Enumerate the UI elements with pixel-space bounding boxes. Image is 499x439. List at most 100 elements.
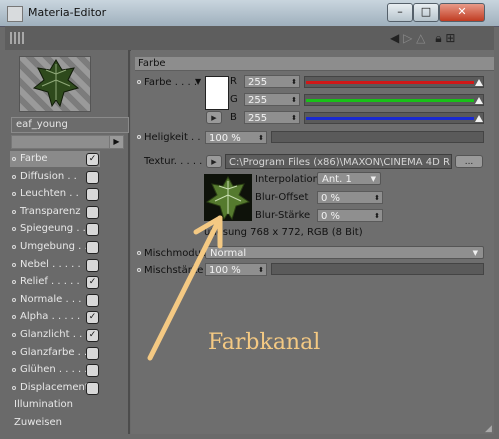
minimize-icon: – bbox=[397, 5, 403, 18]
chevron-down-icon: ▼ bbox=[472, 249, 478, 257]
spinner-icon[interactable]: ⬍ bbox=[291, 94, 297, 107]
channel-checkbox[interactable]: ✓ bbox=[86, 276, 99, 290]
maximize-button[interactable]: □ bbox=[413, 3, 439, 22]
green-value-field[interactable]: 255 ⬍ bbox=[244, 93, 300, 106]
color-swatch[interactable] bbox=[205, 76, 229, 110]
spinner-icon[interactable]: ⬍ bbox=[374, 192, 380, 205]
channel-item[interactable]: Zuweisen bbox=[10, 415, 110, 431]
lock-icon[interactable]: 🔒︎ bbox=[435, 31, 441, 45]
blue-slider[interactable] bbox=[304, 112, 484, 124]
channel-dot-icon bbox=[12, 368, 16, 373]
spinner-icon[interactable]: ⬍ bbox=[291, 76, 297, 89]
texture-options-button[interactable]: ▶ bbox=[206, 155, 222, 168]
channel-item[interactable]: Spiegeung . . bbox=[10, 221, 110, 237]
channel-dot-icon bbox=[12, 157, 16, 161]
channel-item[interactable]: Nebel . . . . . bbox=[10, 257, 110, 273]
channel-dot-icon bbox=[12, 227, 16, 232]
channel-checkbox[interactable] bbox=[86, 223, 99, 237]
animation-dot-icon[interactable] bbox=[137, 80, 141, 84]
channel-dot-icon bbox=[12, 174, 16, 179]
channel-checkbox[interactable]: ✓ bbox=[86, 329, 99, 342]
back-arrow-icon[interactable]: ◀ bbox=[390, 31, 399, 45]
resize-grip-icon[interactable]: ◢ bbox=[485, 424, 495, 434]
green-value: 255 bbox=[248, 95, 268, 106]
red-slider-knob[interactable] bbox=[475, 79, 483, 86]
channel-item[interactable]: Alpha . . . . . ✓ bbox=[10, 309, 110, 325]
channel-label: Leuchten . . bbox=[20, 188, 79, 200]
channel-checkbox[interactable]: ✓ bbox=[86, 153, 99, 166]
channel-label: Relief . . . . . bbox=[20, 276, 80, 288]
brightness-value-field[interactable]: 100 % ⬍ bbox=[205, 131, 267, 144]
blue-value-field[interactable]: 255 ⬍ bbox=[244, 111, 300, 124]
channel-item[interactable]: Glanzfarbe . . bbox=[10, 345, 110, 361]
green-slider[interactable] bbox=[304, 94, 484, 106]
mix-strength-slider[interactable] bbox=[271, 263, 484, 275]
blue-slider-fill bbox=[306, 117, 474, 120]
channel-dot-icon bbox=[12, 245, 16, 249]
channel-checkbox[interactable] bbox=[86, 364, 99, 378]
channel-item[interactable]: Diffusion . . bbox=[10, 169, 110, 185]
new-window-icon[interactable]: ⊞ bbox=[445, 31, 455, 45]
channel-item[interactable]: Umgebung . . bbox=[10, 239, 110, 255]
channel-checkbox[interactable] bbox=[86, 205, 99, 219]
texture-path-field[interactable]: C:\Program Files (x86)\MAXON\CINEMA 4D R… bbox=[225, 154, 452, 169]
channel-checkbox[interactable] bbox=[86, 170, 99, 184]
channel-item[interactable]: Farbe ✓ bbox=[10, 151, 100, 167]
spinner-icon[interactable]: ⬍ bbox=[258, 264, 264, 277]
color-expand-button[interactable]: ▶ bbox=[206, 111, 222, 124]
channel-item[interactable]: Glühen . . . . . bbox=[10, 362, 110, 378]
blur-offset-field[interactable]: 0 % ⬍ bbox=[317, 191, 383, 204]
channel-label: Normale . . . bbox=[20, 293, 82, 305]
channel-label: Umgebung . . bbox=[20, 241, 88, 252]
green-label: G bbox=[230, 94, 238, 105]
texture-browse-button[interactable]: ... bbox=[455, 155, 483, 168]
channel-label: Alpha . . . . . bbox=[20, 311, 81, 323]
spinner-icon[interactable]: ⬍ bbox=[291, 112, 297, 125]
app-icon bbox=[7, 6, 23, 22]
channel-item[interactable]: Glanzlicht . . ✓ bbox=[10, 327, 110, 343]
material-name-field[interactable]: eaf_young bbox=[11, 117, 129, 133]
blur-strength-field[interactable]: 0 % ⬍ bbox=[317, 209, 383, 222]
forward-arrow-icon[interactable]: ▷ bbox=[403, 31, 412, 45]
channel-checkbox[interactable] bbox=[86, 258, 99, 272]
channel-item[interactable]: Transparenz bbox=[10, 204, 110, 220]
green-slider-knob[interactable] bbox=[475, 97, 483, 104]
channel-checkbox[interactable] bbox=[86, 346, 99, 360]
close-button[interactable]: ✕ bbox=[439, 3, 485, 22]
close-icon: ✕ bbox=[457, 5, 467, 18]
channel-checkbox[interactable] bbox=[86, 381, 99, 395]
red-slider[interactable] bbox=[304, 76, 484, 88]
color-dropdown-arrow-icon[interactable]: ▼ bbox=[195, 77, 201, 86]
interpolation-label: Interpolation bbox=[255, 174, 319, 185]
annotation-label: Farbkanal bbox=[208, 330, 321, 355]
brightness-label-text: Heligkeit . . bbox=[144, 132, 201, 143]
spinner-icon[interactable]: ⬍ bbox=[374, 210, 380, 223]
blue-slider-knob[interactable] bbox=[475, 115, 483, 122]
channel-checkbox[interactable]: ✓ bbox=[86, 311, 99, 325]
spinner-icon[interactable]: ⬍ bbox=[258, 132, 264, 145]
red-value-field[interactable]: 255 ⬍ bbox=[244, 75, 300, 88]
minimize-button[interactable]: – bbox=[387, 3, 413, 22]
mix-mode-dropdown[interactable]: Normal ▼ bbox=[205, 246, 484, 259]
channel-dot-icon bbox=[12, 192, 16, 197]
brightness-label: Heligkeit . . bbox=[137, 132, 201, 143]
path-arrow-button[interactable]: ▶ bbox=[109, 135, 124, 149]
red-value: 255 bbox=[248, 77, 268, 88]
material-path-field[interactable] bbox=[11, 135, 111, 149]
blue-value: 255 bbox=[248, 113, 268, 124]
channel-item[interactable]: Normale . . . bbox=[10, 292, 110, 308]
channel-item[interactable]: Relief . . . . . ✓ bbox=[10, 274, 110, 290]
channel-item[interactable]: Illumination bbox=[10, 397, 110, 413]
channel-item[interactable]: Displacement bbox=[10, 380, 110, 396]
maximize-icon: □ bbox=[420, 5, 432, 18]
color-label-text: Farbe . . . . bbox=[144, 77, 198, 88]
channel-checkbox[interactable] bbox=[86, 241, 99, 254]
up-arrow-icon[interactable]: △ bbox=[416, 31, 425, 45]
channel-checkbox[interactable] bbox=[86, 188, 99, 202]
brightness-slider[interactable] bbox=[271, 131, 484, 143]
interpolation-dropdown[interactable]: Ant. 1 ▼ bbox=[317, 172, 381, 185]
grid-icon[interactable] bbox=[10, 32, 24, 44]
channel-checkbox[interactable] bbox=[86, 293, 99, 307]
animation-dot-icon[interactable] bbox=[137, 135, 141, 139]
channel-item[interactable]: Leuchten . . bbox=[10, 186, 110, 202]
